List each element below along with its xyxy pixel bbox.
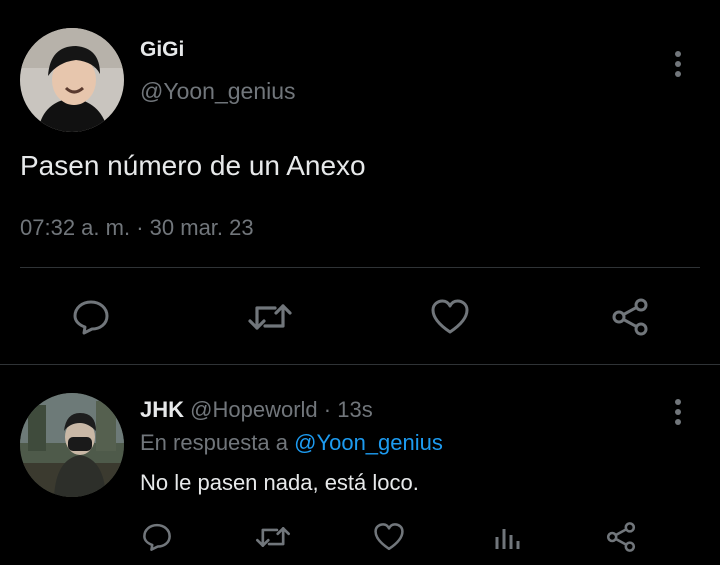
tweet-date: 30 mar. 23 bbox=[149, 215, 254, 240]
reply-more-options-button[interactable] bbox=[664, 396, 692, 428]
reply-button[interactable] bbox=[70, 296, 112, 338]
heart-icon bbox=[431, 299, 469, 334]
avatar[interactable] bbox=[20, 28, 124, 132]
analytics-icon bbox=[495, 529, 520, 549]
reply-avatar[interactable] bbox=[20, 393, 124, 497]
share-icon bbox=[606, 522, 636, 552]
retweet-button[interactable] bbox=[246, 296, 294, 338]
heart-icon bbox=[374, 523, 404, 551]
tweet-time: 07:32 a. m. bbox=[20, 215, 131, 240]
more-vertical-icon bbox=[675, 51, 681, 77]
tweet-text: Pasen número de un Anexo bbox=[20, 150, 366, 181]
retweet-icon bbox=[248, 304, 292, 330]
reply-like-button[interactable] bbox=[372, 520, 406, 554]
more-options-button[interactable] bbox=[664, 48, 692, 80]
reply-reply-button[interactable] bbox=[140, 520, 174, 554]
reply-analytics-button[interactable] bbox=[490, 520, 524, 554]
reply-display-name[interactable]: JHK bbox=[140, 397, 184, 422]
separator-dot: · bbox=[323, 397, 332, 422]
divider bbox=[20, 267, 700, 268]
reply-age[interactable]: 13s bbox=[337, 397, 372, 422]
separator-dot: · bbox=[136, 215, 144, 240]
reply-header: JHK @Hopeworld · 13s bbox=[140, 397, 373, 423]
reply-text: No le pasen nada, está loco. bbox=[140, 470, 419, 495]
reply-icon bbox=[73, 300, 109, 335]
tweet-timestamp: 07:32 a. m. · 30 mar. 23 bbox=[20, 215, 254, 241]
share-icon bbox=[612, 298, 648, 336]
share-button[interactable] bbox=[608, 296, 652, 338]
replying-to-handle-link[interactable]: @Yoon_genius bbox=[294, 430, 443, 455]
reply-share-button[interactable] bbox=[604, 520, 638, 554]
reply-handle[interactable]: @Hopeworld bbox=[190, 397, 318, 422]
handle[interactable]: @Yoon_genius bbox=[140, 78, 296, 105]
reply-retweet-button[interactable] bbox=[254, 520, 292, 554]
section-divider bbox=[0, 364, 720, 365]
display-name[interactable]: GiGi bbox=[140, 38, 184, 62]
reply-avatar-image bbox=[20, 393, 124, 497]
avatar-image bbox=[20, 28, 124, 132]
replying-to: En respuesta a @Yoon_genius bbox=[140, 430, 443, 456]
like-button[interactable] bbox=[428, 296, 472, 338]
replying-to-label: En respuesta a bbox=[140, 430, 288, 455]
retweet-icon bbox=[256, 527, 290, 547]
reply-icon bbox=[143, 523, 171, 551]
more-vertical-icon bbox=[675, 399, 681, 425]
